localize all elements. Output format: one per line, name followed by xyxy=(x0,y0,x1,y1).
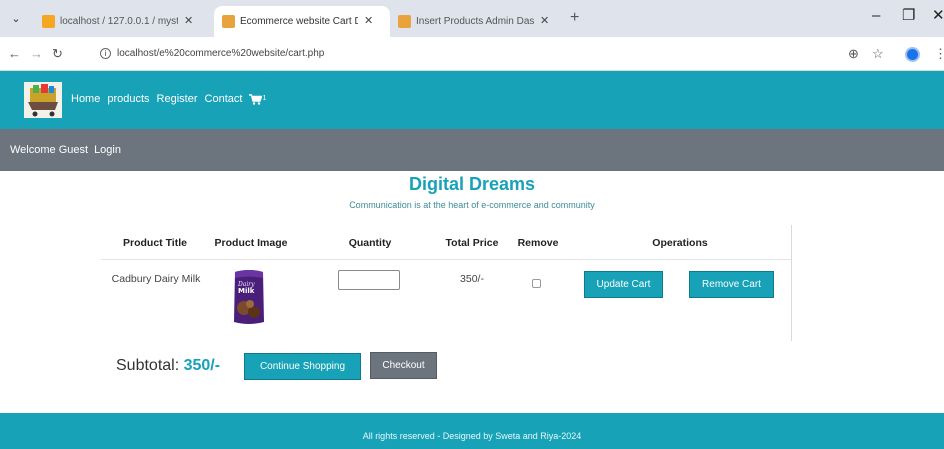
welcome-bar: Welcome Guest Login xyxy=(0,129,944,171)
forward-icon[interactable]: → xyxy=(30,45,43,63)
site-info-icon[interactable]: i xyxy=(100,47,111,59)
url-input[interactable]: i localhost/e%20commerce%20website/cart.p… xyxy=(100,43,860,65)
browser-address-bar: ← → ↻ i localhost/e%20commerce%20website/… xyxy=(0,37,944,71)
store-logo[interactable] xyxy=(24,82,62,118)
nav-cart-link[interactable]: 1 xyxy=(249,93,266,105)
site-brand-title: Digital Dreams xyxy=(408,174,536,194)
nav-home-link[interactable]: Home xyxy=(71,93,100,105)
zoom-icon[interactable]: ⊕ xyxy=(848,45,859,63)
site-favicon-icon xyxy=(222,15,235,28)
new-tab-icon[interactable]: + xyxy=(570,9,579,27)
subtotal-label: Subtotal: xyxy=(116,357,180,374)
checkout-button[interactable]: Checkout xyxy=(370,352,437,379)
reload-icon[interactable]: ↻ xyxy=(52,45,63,63)
browser-tab-admin[interactable]: Insert Products Admin Dashboard✕ xyxy=(390,6,566,37)
back-icon[interactable]: ← xyxy=(8,45,21,63)
nav-register-link[interactable]: Register xyxy=(157,93,198,105)
product-image: Dairy Milk xyxy=(234,270,264,324)
header-product-image: Product Image xyxy=(214,237,288,249)
subtotal: Subtotal: 350/- xyxy=(116,356,220,376)
bookmark-star-icon[interactable]: ☆ xyxy=(872,45,884,63)
quantity-input[interactable] xyxy=(338,270,400,290)
nav-contact-link[interactable]: Contact xyxy=(205,93,243,105)
header-operations: Operations xyxy=(652,237,708,249)
footer-text: All rights reserved - Designed by Sweta … xyxy=(362,431,582,441)
product-title-cell: Cadbury Dairy Milk xyxy=(111,273,201,285)
site-navbar: Home products Register Contact 1 xyxy=(0,71,944,129)
cart-count-badge: 1 xyxy=(262,95,267,102)
site-footer: All rights reserved - Designed by Sweta … xyxy=(0,413,944,449)
cart-icon xyxy=(249,93,263,105)
header-remove: Remove xyxy=(517,237,559,249)
browser-tab-cart[interactable]: Ecommerce website Cart Details✕ xyxy=(214,6,390,37)
close-tab-icon[interactable]: ✕ xyxy=(184,6,193,37)
nav-products-link[interactable]: products xyxy=(107,93,149,105)
phpmyadmin-favicon-icon xyxy=(42,15,55,28)
header-quantity: Quantity xyxy=(348,237,392,249)
update-cart-button[interactable]: Update Cart xyxy=(584,271,663,298)
browser-tab-strip: ⌄ localhost / 127.0.0.1 / mystore✕ Ecomm… xyxy=(0,0,944,37)
remove-cart-button[interactable]: Remove Cart xyxy=(689,271,774,298)
subtotal-value: 350/- xyxy=(183,357,221,374)
header-total-price: Total Price xyxy=(445,237,499,249)
header-divider xyxy=(101,259,791,260)
login-link[interactable]: Login xyxy=(94,144,121,156)
close-window-icon[interactable]: ✕ xyxy=(932,6,944,26)
close-tab-icon[interactable]: ✕ xyxy=(364,6,373,37)
remove-checkbox[interactable] xyxy=(532,279,541,288)
site-tagline: Communication is at the heart of e-comme… xyxy=(349,200,595,210)
tab-search-chevron-icon[interactable]: ⌄ xyxy=(6,9,26,29)
site-favicon-icon xyxy=(398,15,411,28)
browser-tab-phpmyadmin[interactable]: localhost / 127.0.0.1 / mystore✕ xyxy=(34,6,210,37)
header-product-title: Product Title xyxy=(123,237,187,249)
profile-avatar[interactable] xyxy=(905,47,920,62)
browser-menu-icon[interactable]: ⋮ xyxy=(934,45,944,63)
total-price-cell: 350/- xyxy=(460,273,484,285)
url-text: localhost/e%20commerce%20website/cart.ph… xyxy=(117,48,325,59)
close-tab-icon[interactable]: ✕ xyxy=(540,6,549,37)
continue-shopping-button[interactable]: Continue Shopping xyxy=(244,353,361,380)
minimize-icon[interactable]: – xyxy=(872,6,880,26)
welcome-text: Welcome Guest xyxy=(10,144,89,156)
maximize-icon[interactable]: ❐ xyxy=(902,6,915,26)
svg-text:Milk: Milk xyxy=(238,287,255,295)
